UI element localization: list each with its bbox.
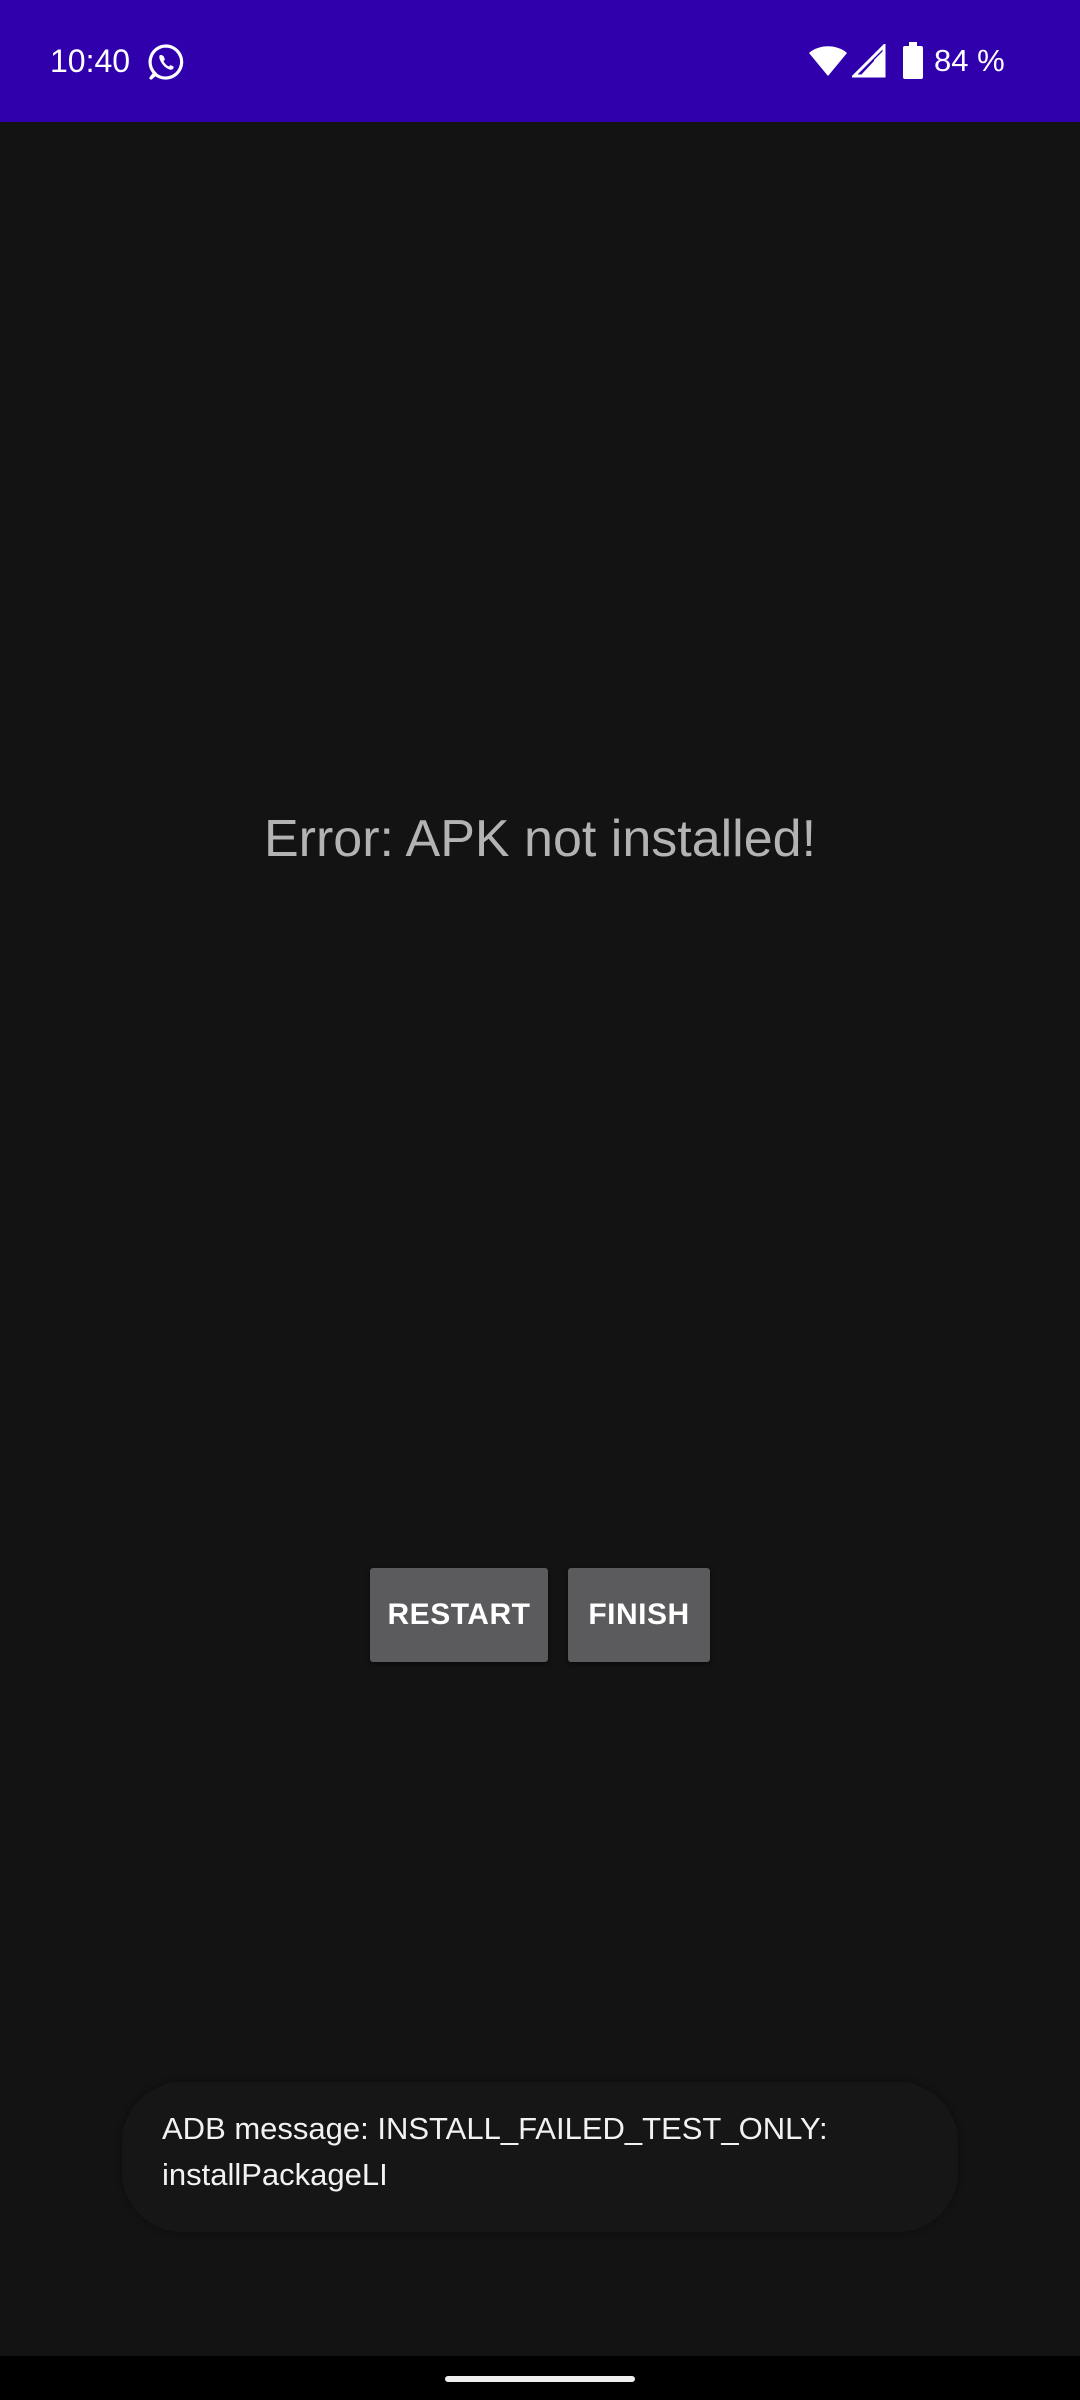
restart-button[interactable]: RESTART xyxy=(370,1568,548,1662)
battery-percentage: 84 % xyxy=(934,43,1005,78)
screen: 10:40 84 % Error: APK not installed! RES… xyxy=(0,0,1080,2400)
battery-icon xyxy=(902,42,924,80)
wifi-icon xyxy=(808,44,848,78)
error-message-title: Error: APK not installed! xyxy=(263,810,817,868)
whatsapp-icon xyxy=(146,42,186,82)
finish-button[interactable]: FINISH xyxy=(568,1568,710,1662)
toast: ADB message: INSTALL_FAILED_TEST_ONLY: i… xyxy=(122,2082,958,2232)
status-bar: 10:40 84 % xyxy=(0,0,1080,122)
status-time: 10:40 xyxy=(50,43,131,79)
toast-message: ADB message: INSTALL_FAILED_TEST_ONLY: i… xyxy=(162,2111,828,2192)
signal-icon xyxy=(850,42,886,78)
navigation-bar xyxy=(0,2356,1080,2400)
home-gesture-handle[interactable] xyxy=(445,2376,635,2382)
